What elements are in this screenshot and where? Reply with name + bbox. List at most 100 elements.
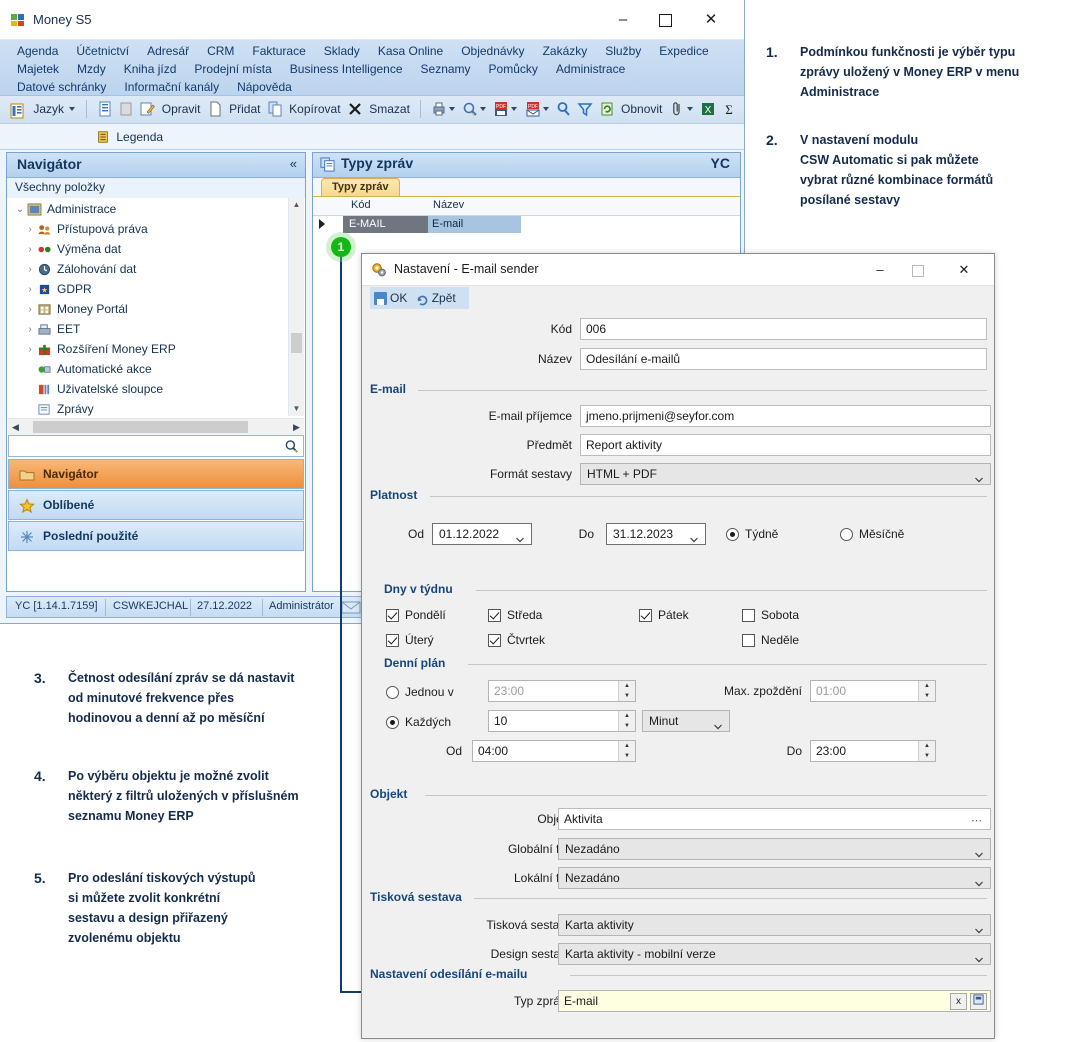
column-header-nazev[interactable]: Název [433, 199, 464, 211]
checkbox-indicator[interactable] [488, 634, 501, 648]
cell-kod[interactable]: E-MAIL [343, 216, 428, 233]
expander-icon[interactable]: › [23, 220, 37, 240]
spinner-denni-do[interactable]: 23:00 ▲ ▼ [810, 740, 936, 762]
chevron-down-icon[interactable] [975, 921, 983, 934]
spinner-buttons[interactable]: ▲ ▼ [918, 681, 935, 701]
checkbox-nedele[interactable]: Neděle [742, 632, 799, 648]
scrollbar-thumb[interactable] [33, 421, 248, 433]
ok-button[interactable]: OK [374, 287, 412, 309]
menu-item-crm[interactable]: CRM [198, 42, 243, 60]
tab-typy-zprav[interactable]: Typy zpráv [321, 178, 400, 196]
navigator-tab-recent[interactable]: Poslední použité [8, 521, 304, 551]
menu-item-objednavky[interactable]: Objednávky [452, 42, 533, 60]
checkbox-indicator[interactable] [639, 609, 652, 623]
scroll-up-arrow-icon[interactable]: ▲ [289, 198, 304, 212]
input-nazev[interactable]: Odesílání e-mailů [580, 348, 987, 370]
export-pdf-icon[interactable]: PDF [493, 101, 509, 117]
menu-item-ucetnictvi[interactable]: Účetnictví [67, 42, 138, 60]
menu-item-seznamy[interactable]: Seznamy [412, 60, 480, 78]
add-button[interactable]: Přidat [227, 96, 262, 122]
expander-icon[interactable]: ⌄ [13, 200, 27, 220]
input-kod[interactable]: 006 [580, 318, 987, 340]
refresh-icon[interactable] [599, 101, 615, 117]
attachment-icon[interactable] [669, 101, 685, 117]
checkbox-streda[interactable]: Středa [488, 607, 542, 623]
dialog-close-button[interactable]: ✕ [948, 259, 980, 281]
table-row[interactable]: E-MAIL E-mail [313, 216, 740, 233]
radio-mesicne[interactable]: Měsíčně [840, 526, 904, 542]
checkbox-indicator[interactable] [742, 609, 755, 623]
input-typ-zpravy[interactable]: E-mail x [558, 990, 991, 1012]
expander-icon[interactable]: › [23, 280, 37, 300]
detail-icon[interactable] [118, 101, 134, 117]
print-icon[interactable] [431, 101, 447, 117]
expander-icon[interactable]: › [23, 240, 37, 260]
radio-indicator[interactable] [726, 528, 739, 542]
menu-item-sklady[interactable]: Sklady [315, 42, 369, 60]
menu-item-agenda[interactable]: Agenda [8, 42, 67, 60]
datepicker-platnost-od[interactable]: 01.12.2022 [432, 523, 532, 545]
print-preview-icon[interactable] [462, 101, 478, 117]
expander-icon[interactable]: › [23, 260, 37, 280]
radio-indicator[interactable] [840, 528, 853, 542]
ellipsis-icon[interactable]: ⋯ [971, 811, 983, 831]
expander-icon[interactable]: › [23, 320, 37, 340]
delete-x-icon[interactable] [347, 101, 363, 117]
scroll-down-arrow-icon[interactable]: ▼ [289, 402, 304, 416]
spin-up-icon[interactable]: ▲ [919, 741, 935, 751]
spin-up-icon[interactable]: ▲ [919, 681, 935, 691]
chevron-down-icon[interactable] [975, 470, 983, 483]
copy-icon[interactable] [267, 101, 283, 117]
spin-down-icon[interactable]: ▼ [619, 691, 635, 701]
expander-icon[interactable]: › [23, 340, 37, 360]
menu-item-mzdy[interactable]: Mzdy [68, 60, 115, 78]
spinner-buttons[interactable]: ▲ ▼ [618, 741, 635, 761]
chevron-down-icon[interactable] [975, 950, 983, 963]
spinner-jednou-v[interactable]: 23:00 ▲ ▼ [488, 680, 636, 702]
menu-item-expedice[interactable]: Expedice [650, 42, 717, 60]
send-pdf-chevron-down-icon[interactable] [542, 106, 549, 111]
add-page-icon[interactable] [207, 101, 223, 117]
checkbox-ctvrtek[interactable]: Čtvrtek [488, 632, 545, 648]
spinner-buttons[interactable]: ▲ ▼ [618, 711, 635, 731]
scroll-left-arrow-icon[interactable]: ◀ [8, 419, 23, 435]
chevron-double-left-icon[interactable]: « [290, 156, 297, 171]
spinner-denni-od[interactable]: 04:00 ▲ ▼ [472, 740, 636, 762]
radio-tydne[interactable]: Týdně [726, 526, 778, 542]
preview-chevron-down-icon[interactable] [479, 106, 486, 111]
maximize-button[interactable] [648, 8, 682, 32]
radio-kazdych[interactable]: Každých [386, 714, 451, 730]
input-predmet[interactable]: Report aktivity [580, 434, 991, 456]
navigator-search-input[interactable] [8, 435, 304, 457]
chevron-down-icon[interactable] [69, 106, 76, 111]
checkbox-indicator[interactable] [386, 609, 399, 623]
tree-item-administrace[interactable]: ⌄ Administrace [7, 198, 305, 218]
scroll-right-arrow-icon[interactable]: ▶ [289, 419, 304, 435]
spin-up-icon[interactable]: ▲ [619, 681, 635, 691]
excel-export-icon[interactable]: X [700, 101, 716, 117]
send-pdf-email-icon[interactable]: PDF [525, 101, 541, 117]
navigator-tab-favourites[interactable]: Oblíbené [8, 490, 304, 520]
menu-item-majetek[interactable]: Majetek [8, 60, 68, 78]
menu-item-kniha-jizd[interactable]: Kniha jízd [115, 60, 186, 78]
select-globalni-filtr[interactable]: Nezadáno [558, 838, 991, 860]
chevron-down-icon[interactable] [975, 874, 983, 887]
checkbox-patek[interactable]: Pátek [639, 607, 689, 623]
tree-item-vymena-dat[interactable]: › Výměna dat [7, 238, 305, 258]
menu-item-datove-schranky[interactable]: Datové schránky [8, 78, 115, 96]
spin-down-icon[interactable]: ▼ [619, 751, 635, 761]
grid-view-button[interactable] [6, 96, 28, 122]
menu-item-fakturace[interactable]: Fakturace [243, 42, 314, 60]
menu-item-adresar[interactable]: Adresář [138, 42, 198, 60]
menu-item-business-intelligence[interactable]: Business Intelligence [281, 60, 412, 78]
checkbox-indicator[interactable] [386, 634, 399, 648]
chevron-down-icon[interactable] [714, 717, 722, 730]
print-chevron-down-icon[interactable] [448, 106, 455, 111]
select-format-sestavy[interactable]: HTML + PDF [580, 463, 991, 485]
select-jednotka[interactable]: Minut [642, 710, 730, 732]
tree-item-gdpr[interactable]: › ★ GDPR [7, 278, 305, 298]
chevron-down-icon[interactable] [975, 845, 983, 858]
edit-button[interactable]: Opravit [160, 96, 203, 122]
chevron-down-icon[interactable] [690, 530, 698, 543]
menu-item-administrace[interactable]: Administrace [547, 60, 634, 78]
